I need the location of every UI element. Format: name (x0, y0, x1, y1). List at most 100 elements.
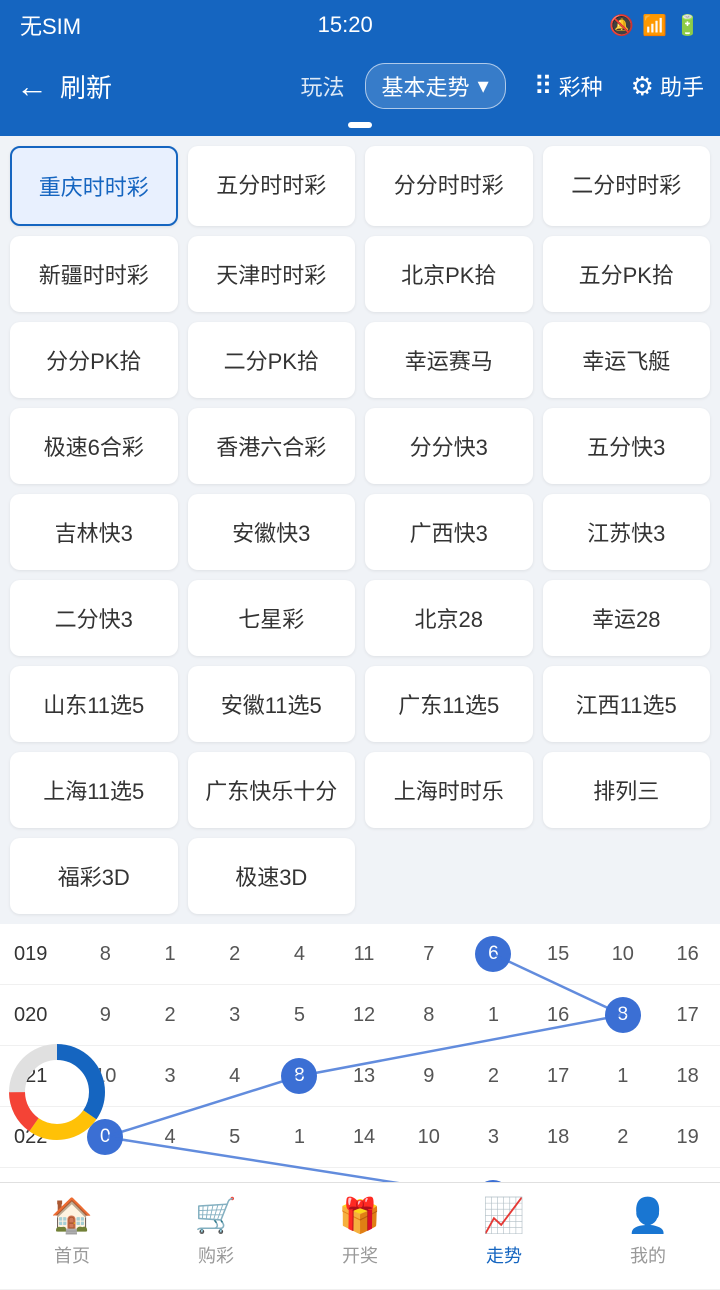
nav-trend-label: 走势 (486, 1242, 522, 1268)
nav-trend[interactable]: 📈 走势 (432, 1196, 576, 1268)
table-cell: 10 (590, 924, 655, 985)
home-icon: 🏠 (51, 1196, 93, 1236)
table-cell: 4 (138, 1107, 203, 1168)
trend-dropdown[interactable]: 基本走势 ▾ (365, 63, 506, 109)
lottery-grid-container: 重庆时时彩五分时时彩分分时时彩二分时时彩新疆时时彩天津时时彩北京PK拾五分PK拾… (0, 136, 720, 924)
lottery-item-27[interactable]: 江西11选5 (543, 666, 711, 742)
lottery-item-12[interactable]: 极速6合彩 (10, 408, 178, 484)
lottery-item-5[interactable]: 天津时时彩 (188, 236, 356, 312)
lottery-item-15[interactable]: 五分快3 (543, 408, 711, 484)
lottery-item-13[interactable]: 香港六合彩 (188, 408, 356, 484)
helper-label: 助手 (660, 70, 704, 102)
status-bar: 无SIM 15:20 🔕 📶 🔋 (0, 0, 720, 50)
lottery-item-7[interactable]: 五分PK拾 (543, 236, 711, 312)
header: ← 刷新 玩法 基本走势 ▾ ⠿ 彩种 ⚙ 助手 (0, 50, 720, 122)
lottery-item-32[interactable]: 福彩3D (10, 838, 178, 914)
dropdown-label: 基本走势 (382, 70, 470, 102)
lottery-item-28[interactable]: 上海11选5 (10, 752, 178, 828)
lottery-item-14[interactable]: 分分快3 (365, 408, 533, 484)
lottery-item-33[interactable]: 极速3D (188, 838, 356, 914)
back-button[interactable]: ← (16, 68, 48, 105)
lottery-item-10[interactable]: 幸运赛马 (365, 322, 533, 398)
lottery-item-21[interactable]: 七星彩 (188, 580, 356, 656)
nav-results[interactable]: 🎁 开奖 (288, 1196, 432, 1268)
lottery-item-0[interactable]: 重庆时时彩 (10, 146, 178, 226)
table-cell: 1 (138, 924, 203, 985)
table-cell: 8 (267, 1046, 332, 1107)
lottery-item-25[interactable]: 安徽11选5 (188, 666, 356, 742)
lottery-item-2[interactable]: 分分时时彩 (365, 146, 533, 226)
table-cell: 16 (526, 985, 591, 1046)
nav-lottery[interactable]: 🛒 购彩 (144, 1196, 288, 1268)
table-cell: 6 (461, 924, 526, 985)
table-cell: 17 (526, 1046, 591, 1107)
table-row: 01981241176151016 (0, 924, 720, 985)
lottery-item-23[interactable]: 幸运28 (543, 580, 711, 656)
lottery-item-3[interactable]: 二分时时彩 (543, 146, 711, 226)
table-cell: 2 (461, 1046, 526, 1107)
carrier-label: 无SIM (20, 9, 81, 41)
lottery-item-16[interactable]: 吉林快3 (10, 494, 178, 570)
status-icons: 🔕 📶 🔋 (609, 13, 700, 38)
table-cell: 13 (332, 1046, 397, 1107)
table-cell: 10 (396, 1107, 461, 1168)
table-cell: 1 (267, 1107, 332, 1168)
table-cell: 16 (655, 924, 720, 985)
table-row: 0209235128116817 (0, 985, 720, 1046)
chevron-down-icon: ▾ (478, 73, 489, 99)
lottery-item-6[interactable]: 北京PK拾 (365, 236, 533, 312)
nav-mine[interactable]: 👤 我的 (576, 1196, 720, 1268)
lottery-item-29[interactable]: 广东快乐十分 (188, 752, 356, 828)
lottery-item-4[interactable]: 新疆时时彩 (10, 236, 178, 312)
bottom-nav: 🏠 首页 🛒 购彩 🎁 开奖 📈 走势 👤 我的 (0, 1182, 720, 1280)
table-cell: 5 (202, 1107, 267, 1168)
table-cell: 14 (332, 1107, 397, 1168)
indicator-bar (0, 122, 720, 136)
nav-results-label: 开奖 (342, 1242, 378, 1268)
lottery-grid: 重庆时时彩五分时时彩分分时时彩二分时时彩新疆时时彩天津时时彩北京PK拾五分PK拾… (10, 146, 710, 914)
table-cell: 19 (655, 1107, 720, 1168)
lottery-item-31[interactable]: 排列三 (543, 752, 711, 828)
table-cell: 8 (396, 985, 461, 1046)
lottery-item-30[interactable]: 上海时时乐 (365, 752, 533, 828)
table-cell: 12 (332, 985, 397, 1046)
table-cell: 17 (655, 985, 720, 1046)
table-cell: 9 (73, 985, 138, 1046)
lottery-item-8[interactable]: 分分PK拾 (10, 322, 178, 398)
gear-icon: ⚙ (631, 71, 654, 102)
table-cell: 2 (202, 924, 267, 985)
lottery-item-20[interactable]: 二分快3 (10, 580, 178, 656)
lottery-item-17[interactable]: 安徽快3 (188, 494, 356, 570)
table-cell: 2 (590, 1107, 655, 1168)
header-title: 刷新 (60, 68, 112, 105)
table-cell: 15 (526, 924, 591, 985)
play-label: 玩法 (301, 70, 345, 102)
lottery-label: 彩种 (559, 70, 603, 102)
table-cell: 1 (461, 985, 526, 1046)
nav-mine-label: 我的 (630, 1242, 666, 1268)
trend-icon: 📈 (483, 1196, 525, 1236)
lottery-item-11[interactable]: 幸运飞艇 (543, 322, 711, 398)
lottery-button[interactable]: ⠿ 彩种 (534, 70, 603, 102)
lottery-item-22[interactable]: 北京28 (365, 580, 533, 656)
table-cell: 18 (526, 1107, 591, 1168)
lottery-item-1[interactable]: 五分时时彩 (188, 146, 356, 226)
lottery-item-9[interactable]: 二分PK拾 (188, 322, 356, 398)
helper-button[interactable]: ⚙ 助手 (631, 70, 704, 102)
table-cell: 5 (267, 985, 332, 1046)
table-cell: 4 (202, 1046, 267, 1107)
wifi-icon: 📶 (642, 13, 667, 38)
grid-icon: ⠿ (534, 71, 553, 102)
table-cell: 1 (590, 1046, 655, 1107)
lottery-item-24[interactable]: 山东11选5 (10, 666, 178, 742)
table-cell: 4 (267, 924, 332, 985)
lottery-item-26[interactable]: 广东11选5 (365, 666, 533, 742)
table-cell: 3 (202, 985, 267, 1046)
table-cell: 8 (73, 924, 138, 985)
table-cell: 2 (138, 985, 203, 1046)
table-cell: 3 (461, 1107, 526, 1168)
lottery-item-19[interactable]: 江苏快3 (543, 494, 711, 570)
lottery-item-18[interactable]: 广西快3 (365, 494, 533, 570)
nav-home[interactable]: 🏠 首页 (0, 1196, 144, 1268)
pie-chart (5, 1040, 110, 1145)
